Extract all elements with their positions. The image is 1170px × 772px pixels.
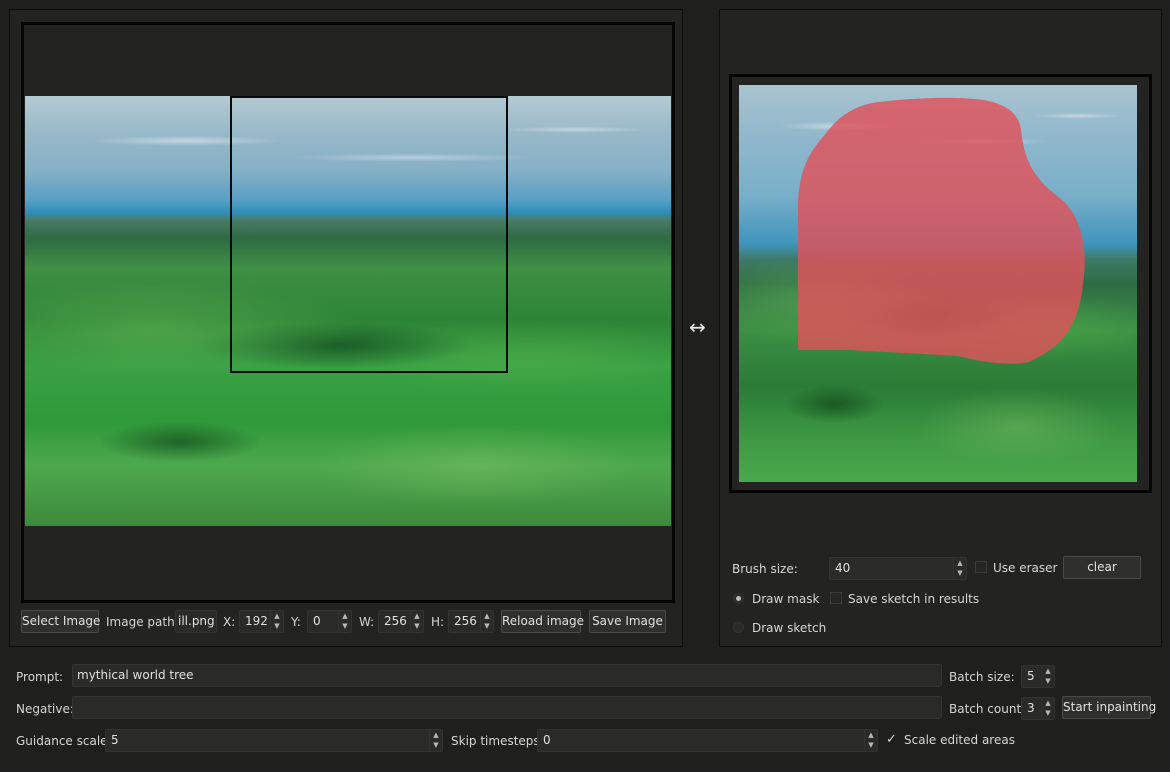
- skip-timesteps-spinbox[interactable]: 0 ▲ ▼: [537, 729, 878, 752]
- guidance-scale-spinbox[interactable]: 5 ▲ ▼: [105, 729, 443, 752]
- batch-count-label: Batch count:: [949, 702, 1026, 716]
- use-eraser-checkbox[interactable]: [975, 561, 987, 573]
- x-spinbox[interactable]: 192 ▲ ▼: [239, 610, 284, 633]
- batch-count-value: 3: [1027, 701, 1035, 715]
- brush-size-label: Brush size:: [732, 562, 798, 576]
- w-spinbox[interactable]: 256 ▲ ▼: [378, 610, 424, 633]
- batch-size-value: 5: [1027, 669, 1035, 683]
- mask-canvas[interactable]: [729, 74, 1152, 493]
- brush-size-spinbox[interactable]: 40 ▲ ▼: [829, 557, 967, 580]
- spin-up-icon[interactable]: ▲: [481, 611, 493, 621]
- guidance-scale-label: Guidance scale:: [16, 734, 112, 748]
- image-path-label: Image path:: [106, 615, 179, 629]
- reload-image-button[interactable]: Reload image: [501, 610, 584, 633]
- skip-timesteps-label: Skip timesteps:: [451, 734, 544, 748]
- clear-button[interactable]: clear: [1063, 556, 1141, 579]
- batch-size-label: Batch size:: [949, 670, 1015, 684]
- draw-mask-label: Draw mask: [752, 592, 820, 606]
- spin-up-icon[interactable]: ▲: [430, 730, 442, 740]
- h-spinbox[interactable]: 256 ▲ ▼: [448, 610, 494, 633]
- mask-shape: [798, 97, 1085, 364]
- save-image-button[interactable]: Save Image: [589, 610, 666, 633]
- h-label: H:: [431, 615, 445, 629]
- y-value: 0: [313, 614, 321, 628]
- spin-up-icon[interactable]: ▲: [1042, 666, 1054, 676]
- spin-down-icon[interactable]: ▼: [481, 621, 493, 631]
- prompt-label: Prompt:: [16, 670, 64, 684]
- use-eraser-label: Use eraser: [993, 561, 1058, 575]
- y-label: Y:: [291, 615, 301, 629]
- spin-up-icon[interactable]: ▲: [271, 611, 283, 621]
- select-image-button[interactable]: Select Image: [21, 610, 100, 633]
- spin-up-icon[interactable]: ▲: [339, 611, 351, 621]
- spin-up-icon[interactable]: ▲: [954, 558, 966, 568]
- prompt-input[interactable]: mythical world tree: [72, 664, 942, 687]
- mask-overlay: [798, 97, 1085, 364]
- spin-down-icon[interactable]: ▼: [271, 621, 283, 631]
- start-inpainting-button[interactable]: Start inpainting: [1062, 696, 1156, 719]
- brush-size-value: 40: [835, 561, 851, 575]
- mask-panel: [719, 9, 1162, 647]
- spin-down-icon[interactable]: ▼: [1042, 676, 1054, 686]
- batch-count-spinbox[interactable]: 3 ▲ ▼: [1021, 697, 1055, 720]
- spin-up-icon[interactable]: ▲: [1042, 698, 1054, 708]
- image-path-input[interactable]: ill.png: [175, 610, 217, 633]
- spin-down-icon[interactable]: ▼: [954, 568, 966, 578]
- draw-sketch-radio[interactable]: [733, 622, 744, 633]
- check-icon[interactable]: ✓: [886, 732, 897, 748]
- save-sketch-label: Save sketch in results: [848, 592, 980, 606]
- save-sketch-checkbox[interactable]: [830, 592, 842, 604]
- spin-up-icon[interactable]: ▲: [865, 730, 877, 740]
- spin-down-icon[interactable]: ▼: [339, 621, 351, 631]
- w-label: W:: [359, 615, 375, 629]
- draw-mask-radio[interactable]: [733, 593, 744, 604]
- batch-size-spinbox[interactable]: 5 ▲ ▼: [1021, 665, 1055, 688]
- swap-arrow-icon[interactable]: ↔: [689, 316, 706, 338]
- negative-input[interactable]: [72, 696, 942, 719]
- guidance-scale-value: 5: [111, 733, 119, 747]
- spin-down-icon[interactable]: ▼: [865, 740, 877, 750]
- scale-edited-areas-label: Scale edited areas: [904, 733, 1015, 747]
- draw-sketch-label: Draw sketch: [752, 621, 827, 635]
- y-spinbox[interactable]: 0 ▲ ▼: [307, 610, 352, 633]
- h-value: 256: [454, 614, 477, 628]
- spin-up-icon[interactable]: ▲: [411, 611, 423, 621]
- spin-down-icon[interactable]: ▼: [1042, 708, 1054, 718]
- x-value: 192: [245, 614, 268, 628]
- x-label: X:: [223, 615, 236, 629]
- w-value: 256: [384, 614, 407, 628]
- negative-label: Negative:: [16, 702, 74, 716]
- selection-box[interactable]: [230, 96, 508, 373]
- spin-down-icon[interactable]: ▼: [430, 740, 442, 750]
- skip-timesteps-value: 0: [543, 733, 551, 747]
- spin-down-icon[interactable]: ▼: [411, 621, 423, 631]
